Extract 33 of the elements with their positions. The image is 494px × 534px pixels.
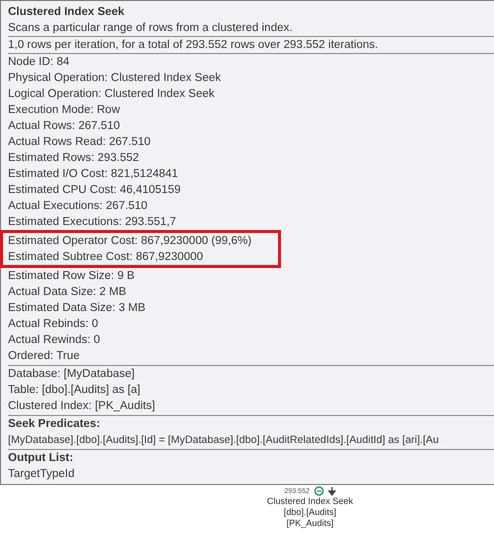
property-row-text: Estimated Data Size: 3 MB bbox=[8, 301, 146, 316]
section-heading: Output List: bbox=[8, 451, 74, 466]
arrow-icon bbox=[328, 486, 336, 496]
property-row-text: Logical Operation: Clustered Index Seek bbox=[8, 87, 216, 102]
property-row-text: Database: [MyDatabase] bbox=[8, 367, 136, 382]
property-row-text: Estimated Operator Cost: 867,9230000 (99,6%) bbox=[8, 234, 253, 249]
property-row-text: Actual Rewinds: 0 bbox=[8, 333, 102, 348]
property-row-text: Actual Rebinds: 0 bbox=[8, 317, 100, 332]
property-row-text: Estimated CPU Cost: 46,4105159 bbox=[8, 183, 182, 198]
node-label: Clustered Index Seek bbox=[266, 496, 354, 507]
property-row-text: Actual Executions: 267.510 bbox=[8, 199, 148, 214]
property-row-text: Estimated Rows: 293.552 bbox=[8, 151, 140, 166]
property-row-text: Estimated Row Size: 9 B bbox=[8, 269, 136, 284]
predicate-text: [MyDatabase].[dbo].[Audits].[Id] = [MyDatabase].[dbo].[AuditRelatedIds].[AuditId] as [ari].[Au bbox=[8, 433, 440, 448]
node-label: [dbo].[Audits] bbox=[284, 507, 336, 518]
operator-title: Clustered Index Seek bbox=[8, 5, 126, 20]
property-row-text: Actual Data Size: 2 MB bbox=[8, 285, 128, 300]
operator-description: Scans a particular range of rows from a clustered index. bbox=[8, 20, 494, 37]
property-row-text: Estimated I/O Cost: 821,5124841 bbox=[8, 167, 180, 182]
property-row-text: Clustered Index: [PK_Audits] bbox=[8, 399, 156, 414]
property-row-text: Estimated Executions: 293.551,7 bbox=[8, 215, 178, 230]
property-row-text: Node ID: 84 bbox=[8, 55, 70, 70]
iterations-text: 1,0 rows per iteration, for a total of 293.552 rows over 293.552 iterations. bbox=[8, 37, 494, 54]
property-row-text: Execution Mode: Row bbox=[8, 103, 121, 118]
property-row-text: Actual Rows Read: 267.510 bbox=[8, 135, 152, 150]
section-heading: Seek Predicates: bbox=[8, 417, 102, 432]
output-column: TargetTypeId bbox=[8, 466, 494, 482]
property-row-text: Actual Rows: 267.510 bbox=[8, 119, 121, 134]
node-label: [PK_Audits] bbox=[286, 518, 334, 529]
property-row-text: Physical Operation: Clustered Index Seek bbox=[8, 71, 222, 86]
property-row-text: Table: [dbo].[Audits] as [a] bbox=[8, 383, 142, 398]
property-row-text: Estimated Subtree Cost: 867,9230000 bbox=[8, 250, 204, 265]
property-row-text: Ordered: True bbox=[8, 349, 81, 364]
